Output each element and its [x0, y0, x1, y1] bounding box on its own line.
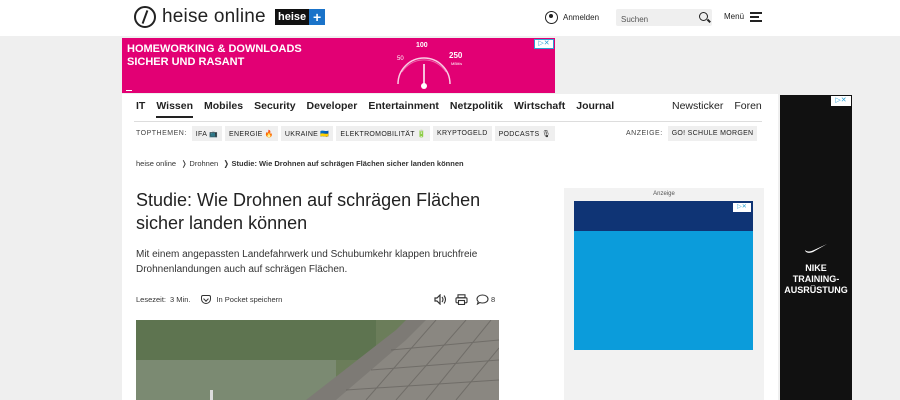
- comment-count[interactable]: 8: [491, 295, 495, 304]
- breadcrumb-current: ❭ Studie: Wie Drohnen auf schrägen Fläch…: [223, 159, 464, 168]
- search-input[interactable]: [616, 11, 696, 28]
- reading-time-label: Lesezeit:: [136, 295, 167, 304]
- topic-chip-energie[interactable]: ENERGIE 🔥: [225, 126, 278, 141]
- adchoices-icon[interactable]: ▷✕: [831, 96, 851, 106]
- gauge-label-250: 250: [449, 51, 463, 60]
- sidebar-ad-creative[interactable]: ▷✕: [574, 201, 753, 350]
- nav-item-journal[interactable]: Journal: [576, 100, 614, 118]
- topic-chip-ifa[interactable]: IFA 📺: [191, 126, 223, 141]
- nav-item-foren[interactable]: Foren: [734, 100, 761, 112]
- sidebar-ad[interactable]: Anzeige ▷✕: [564, 188, 764, 400]
- article-lead: Mit einem angepassten Landefahrwerk und …: [136, 249, 478, 275]
- sky-line2: TRAINING-: [792, 274, 840, 284]
- ad-topic: ANZEIGE: GO! SCHULE MORGEN: [626, 126, 760, 141]
- article-title: Studie: Wie Drohnen auf schrägen Flächen…: [136, 190, 481, 233]
- topics-label: TOPTHEMEN:: [136, 130, 187, 137]
- nav-item-wissen[interactable]: Wissen: [156, 100, 194, 118]
- top-banner-ad[interactable]: HOMEWORKING & DOWNLOADS SICHER UND RASAN…: [122, 38, 555, 93]
- sidebar-ad-header: [574, 201, 753, 231]
- menu-label: Menü: [724, 12, 745, 21]
- gauge-unit: MBit/s: [451, 61, 463, 66]
- adchoices-icon[interactable]: ▷✕: [534, 39, 554, 49]
- nav-right: Newsticker Foren: [672, 100, 773, 112]
- site-logo[interactable]: heise online: [134, 6, 266, 28]
- menu-button[interactable]: Menü: [724, 12, 763, 22]
- ad-headline-line1: HOMEWORKING & DOWNLOADS: [127, 43, 302, 55]
- skyscraper-ad[interactable]: ▷✕ NIKE TRAINING- AUSRÜSTUNG: [780, 95, 852, 400]
- login-button[interactable]: Anmelden: [545, 11, 599, 24]
- nav-item-mobiles[interactable]: Mobiles: [204, 100, 243, 118]
- hamburger-icon: [750, 12, 763, 22]
- main-content: IT Wissen Mobiles Security Developer Ent…: [122, 94, 778, 400]
- heise-plus-label: heise: [275, 9, 310, 25]
- nav-item-entertainment[interactable]: Entertainment: [368, 100, 439, 118]
- plus-icon: +: [309, 9, 326, 25]
- sky-line1: NIKE: [805, 263, 827, 273]
- print-icon[interactable]: [455, 294, 468, 305]
- reading-time-value: 3 Min.: [170, 295, 191, 304]
- sidebar-ad-label: Anzeige: [653, 191, 675, 197]
- nav-divider: [134, 121, 762, 122]
- skyscraper-ad-text: NIKE TRAINING- AUSRÜSTUNG: [780, 263, 852, 296]
- topic-chip-elektromobilitaet[interactable]: ELEKTROMOBILITÄT 🔋: [336, 126, 430, 141]
- breadcrumb: heise online ❭ Drohnen ❭ Studie: Wie Dro…: [136, 159, 469, 168]
- sky-line3: AUSRÜSTUNG: [784, 285, 848, 295]
- logo-text: heise online: [162, 6, 266, 27]
- nav-item-it[interactable]: IT: [136, 100, 145, 118]
- user-icon: [545, 11, 558, 24]
- main-nav: IT Wissen Mobiles Security Developer Ent…: [136, 100, 625, 118]
- gauge-label-100: 100: [416, 42, 428, 49]
- nav-item-netzpolitik[interactable]: Netzpolitik: [450, 100, 503, 118]
- topic-chip-ukraine[interactable]: UKRAINE 🇺🇦: [280, 126, 334, 141]
- article-tools: 8: [434, 294, 495, 305]
- breadcrumb-home[interactable]: heise online: [136, 159, 176, 168]
- topic-chip-kryptogeld[interactable]: KRYPTOGELD: [432, 126, 492, 141]
- topic-chip-podcasts[interactable]: PODCASTS 🎙: [494, 126, 555, 141]
- login-label: Anmelden: [563, 13, 600, 22]
- top-topics: TOPTHEMEN: IFA 📺 ENERGIE 🔥 UKRAINE 🇺🇦 EL…: [136, 126, 558, 141]
- nav-item-newsticker[interactable]: Newsticker: [672, 100, 723, 112]
- nav-item-developer[interactable]: Developer: [307, 100, 358, 118]
- nav-item-wirtschaft[interactable]: Wirtschaft: [514, 100, 565, 118]
- ad-headline: HOMEWORKING & DOWNLOADS SICHER UND RASAN…: [127, 43, 302, 69]
- topic-chip-ad[interactable]: GO! SCHULE MORGEN: [667, 126, 758, 141]
- site-header: heise online heise + Anmelden Menü: [0, 0, 900, 36]
- search-box: [616, 9, 712, 28]
- pocket-label[interactable]: In Pocket speichern: [216, 295, 282, 304]
- ad-topic-label: ANZEIGE:: [626, 130, 663, 137]
- ad-decor-line: [126, 90, 132, 91]
- nike-swoosh-icon: [805, 244, 827, 253]
- nav-item-security[interactable]: Security: [254, 100, 295, 118]
- adchoices-icon[interactable]: ▷✕: [733, 203, 751, 212]
- article-meta: Lesezeit: 3 Min. In Pocket speichern: [136, 295, 282, 304]
- search-icon[interactable]: [699, 12, 708, 21]
- heise-plus-link[interactable]: heise +: [275, 9, 326, 25]
- article-image: [136, 320, 499, 400]
- comment-icon[interactable]: [476, 294, 489, 305]
- gauge-label-50: 50: [397, 56, 404, 62]
- speaker-icon[interactable]: [434, 294, 447, 305]
- ad-headline-line2: SICHER UND RASANT: [127, 56, 245, 68]
- roof-photo: [136, 320, 499, 400]
- pocket-icon[interactable]: [201, 295, 212, 304]
- heise-logo-icon: [134, 6, 156, 28]
- breadcrumb-drohnen[interactable]: ❭ Drohnen: [181, 159, 218, 168]
